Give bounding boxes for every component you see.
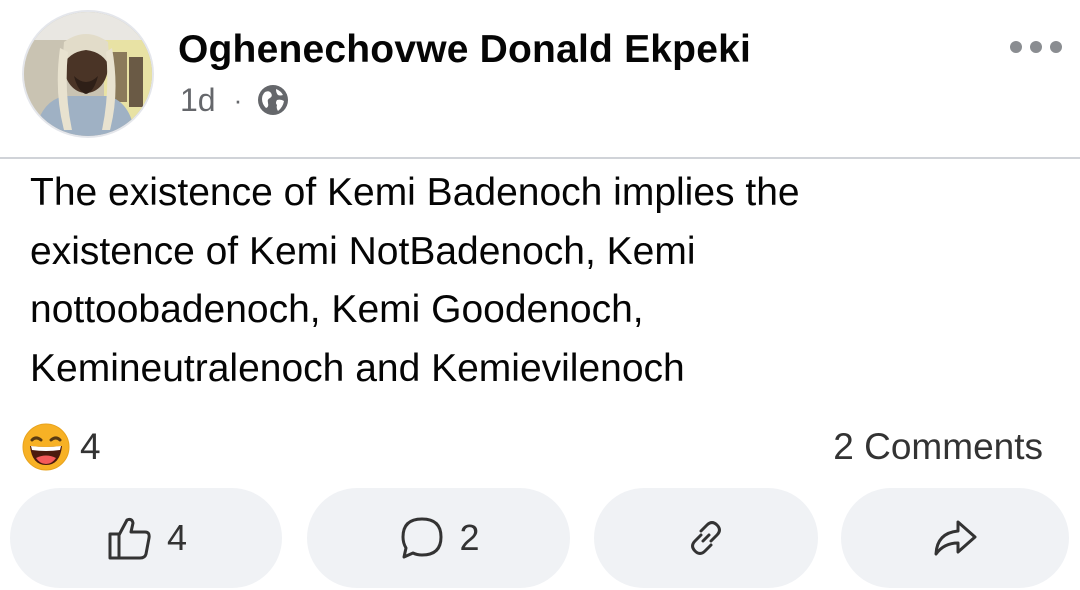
- more-dot-icon: [1030, 41, 1042, 53]
- like-button[interactable]: 4: [10, 488, 282, 588]
- copy-link-button[interactable]: [594, 488, 818, 588]
- author-avatar[interactable]: [22, 10, 154, 138]
- post-header: Oghenechovwe Donald Ekpeki 1d ·: [0, 0, 1080, 158]
- comment-button[interactable]: 2: [307, 488, 570, 588]
- meta-separator: ·: [233, 84, 243, 115]
- more-dot-icon: [1050, 41, 1062, 53]
- post-time[interactable]: 1d: [180, 82, 216, 119]
- comment-bubble-icon: [401, 517, 443, 559]
- comments-count-link[interactable]: 2 Comments: [833, 426, 1043, 468]
- more-dot-icon: [1010, 41, 1022, 53]
- action-bar: 4 2: [0, 488, 1080, 588]
- reaction-summary[interactable]: 4: [22, 422, 101, 472]
- share-arrow-icon: [934, 520, 977, 556]
- more-options-button[interactable]: [1010, 32, 1062, 62]
- post-body-text: The existence of Kemi Badenoch implies t…: [30, 171, 800, 390]
- post-meta: 1d ·: [180, 80, 290, 120]
- like-count: 4: [166, 517, 188, 558]
- avatar-photo: [24, 12, 152, 136]
- globe-icon[interactable]: [256, 83, 290, 117]
- share-button[interactable]: [841, 488, 1069, 588]
- header-divider: [0, 157, 1080, 159]
- haha-emoji-icon: [22, 423, 70, 471]
- comment-count: 2: [459, 517, 480, 558]
- thumbs-up-icon: [108, 517, 151, 560]
- link-icon: [691, 521, 721, 555]
- author-name[interactable]: Oghenechovwe Donald Ekpeki: [178, 28, 751, 72]
- reaction-count: 4: [80, 426, 101, 467]
